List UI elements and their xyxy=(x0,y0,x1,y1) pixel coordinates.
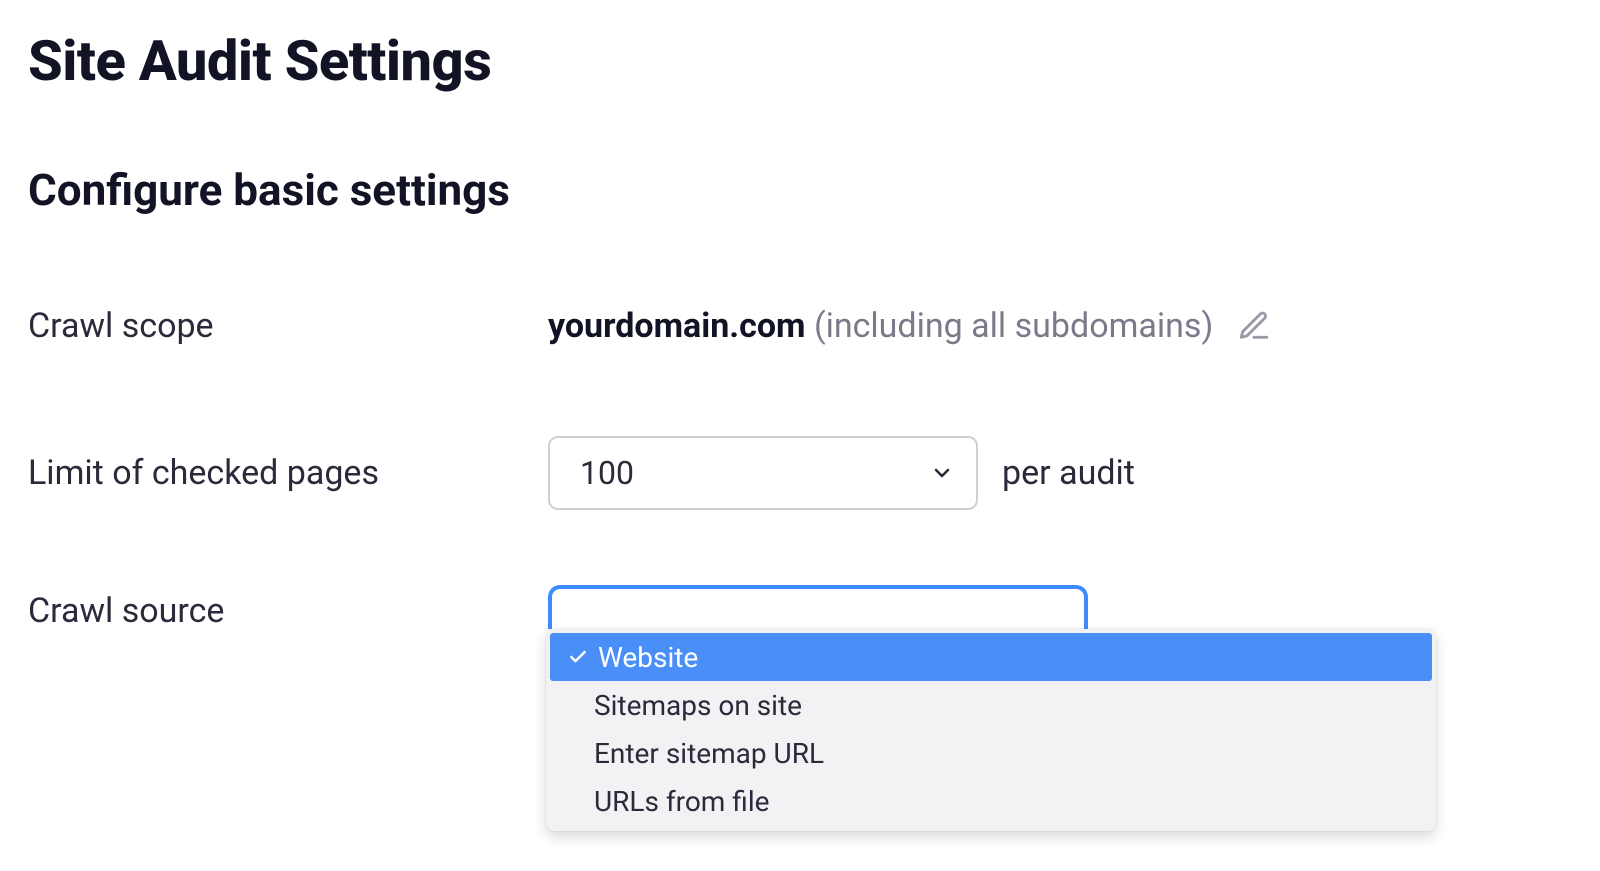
check-icon xyxy=(568,647,598,667)
section-title: Configure basic settings xyxy=(28,164,1572,216)
crawl-source-row: Crawl source Website Sitemaps on site En… xyxy=(28,585,1572,831)
crawl-source-option-sitemaps-on-site[interactable]: Sitemaps on site xyxy=(546,681,1436,729)
limit-pages-suffix: per audit xyxy=(1002,453,1135,493)
crawl-scope-domain: yourdomain.com xyxy=(548,306,806,346)
crawl-source-select[interactable] xyxy=(548,585,1088,629)
crawl-source-label: Crawl source xyxy=(28,585,548,631)
crawl-source-option-website[interactable]: Website xyxy=(550,633,1432,681)
crawl-scope-row: Crawl scope yourdomain.com (including al… xyxy=(28,291,1572,361)
crawl-source-option-enter-sitemap-url[interactable]: Enter sitemap URL xyxy=(546,729,1436,777)
chevron-down-icon xyxy=(930,461,954,485)
crawl-scope-label: Crawl scope xyxy=(28,306,548,346)
dropdown-option-label: Sitemaps on site xyxy=(594,689,802,722)
dropdown-option-label: Website xyxy=(598,641,698,674)
limit-pages-label: Limit of checked pages xyxy=(28,453,548,493)
page-title: Site Audit Settings xyxy=(28,28,1572,94)
pencil-icon[interactable] xyxy=(1237,309,1271,343)
crawl-scope-note: (including all subdomains) xyxy=(814,306,1213,346)
crawl-source-option-urls-from-file[interactable]: URLs from file xyxy=(546,777,1436,825)
limit-pages-selected-value: 100 xyxy=(580,454,634,492)
limit-pages-select[interactable]: 100 xyxy=(548,436,978,510)
dropdown-option-label: URLs from file xyxy=(594,785,769,818)
crawl-scope-value: yourdomain.com (including all subdomains… xyxy=(548,306,1572,346)
dropdown-option-label: Enter sitemap URL xyxy=(594,737,824,770)
crawl-source-dropdown: Website Sitemaps on site Enter sitemap U… xyxy=(546,629,1436,831)
limit-pages-row: Limit of checked pages 100 per audit xyxy=(28,436,1572,510)
